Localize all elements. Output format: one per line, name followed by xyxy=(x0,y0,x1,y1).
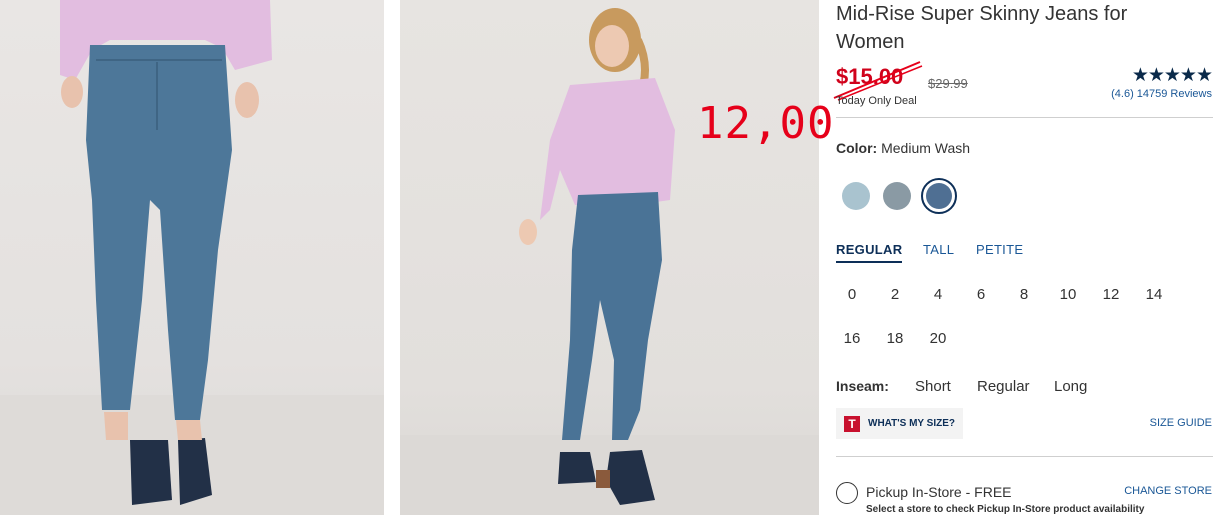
divider xyxy=(836,117,1213,118)
deal-label: Today Only Deal xyxy=(836,95,917,107)
swatch-fill xyxy=(926,183,952,209)
original-price: $29.99 xyxy=(928,76,968,91)
tab-tall[interactable]: TALL xyxy=(923,242,954,257)
true-fit-logo-icon: T xyxy=(844,416,860,432)
whats-my-size-label: WHAT'S MY SIZE? xyxy=(868,418,956,429)
product-image-front[interactable] xyxy=(0,0,384,515)
swatch-gray-wash[interactable] xyxy=(883,182,911,210)
size-option[interactable]: 8 xyxy=(1009,286,1039,303)
color-label: Color: xyxy=(836,140,878,156)
whats-my-size-button[interactable]: T WHAT'S MY SIZE? xyxy=(836,408,963,439)
annotation-new-price: 12,00 xyxy=(697,98,835,149)
size-option[interactable]: 20 xyxy=(923,330,953,347)
size-option[interactable]: 18 xyxy=(880,330,910,347)
divider xyxy=(836,456,1213,457)
model-back-illustration xyxy=(519,8,675,505)
swatch-medium-wash[interactable] xyxy=(921,178,957,214)
reviews-link[interactable]: (4.6) 14759 Reviews xyxy=(1111,88,1212,100)
size-option[interactable]: 2 xyxy=(880,286,910,303)
tab-petite[interactable]: PETITE xyxy=(976,242,1023,257)
pickup-label: Pickup In-Store - FREE xyxy=(866,484,1012,500)
size-option[interactable]: 16 xyxy=(837,330,867,347)
inseam-long[interactable]: Long xyxy=(1054,378,1087,395)
size-option[interactable]: 6 xyxy=(966,286,996,303)
product-title: Mid-Rise Super Skinny Jeans for Women xyxy=(836,3,1128,53)
swatch-light-wash[interactable] xyxy=(842,182,870,210)
color-selection-label: Color: Medium Wash xyxy=(836,140,970,156)
color-value: Medium Wash xyxy=(881,140,971,156)
size-option[interactable]: 4 xyxy=(923,286,953,303)
size-option[interactable]: 12 xyxy=(1096,286,1126,303)
inseam-regular[interactable]: Regular xyxy=(977,378,1030,395)
pickup-note: Select a store to check Pickup In-Store … xyxy=(866,504,1145,515)
size-option[interactable]: 0 xyxy=(837,286,867,303)
tab-regular[interactable]: REGULAR xyxy=(836,242,903,263)
pickup-radio[interactable] xyxy=(836,482,858,504)
inseam-label: Inseam: xyxy=(836,378,889,394)
size-guide-link[interactable]: SIZE GUIDE xyxy=(1150,417,1212,429)
product-image-back[interactable] xyxy=(400,0,819,515)
product-detail-panel: Mid-Rise Super Skinny Jeans for Women $1… xyxy=(833,0,1214,521)
size-option[interactable]: 10 xyxy=(1053,286,1083,303)
model-front-illustration xyxy=(60,0,272,505)
inseam-short[interactable]: Short xyxy=(915,378,951,395)
size-option[interactable]: 14 xyxy=(1139,286,1169,303)
rating-stars-icon[interactable]: ★★★★★ xyxy=(1132,64,1213,87)
change-store-link[interactable]: CHANGE STORE xyxy=(1124,485,1212,497)
